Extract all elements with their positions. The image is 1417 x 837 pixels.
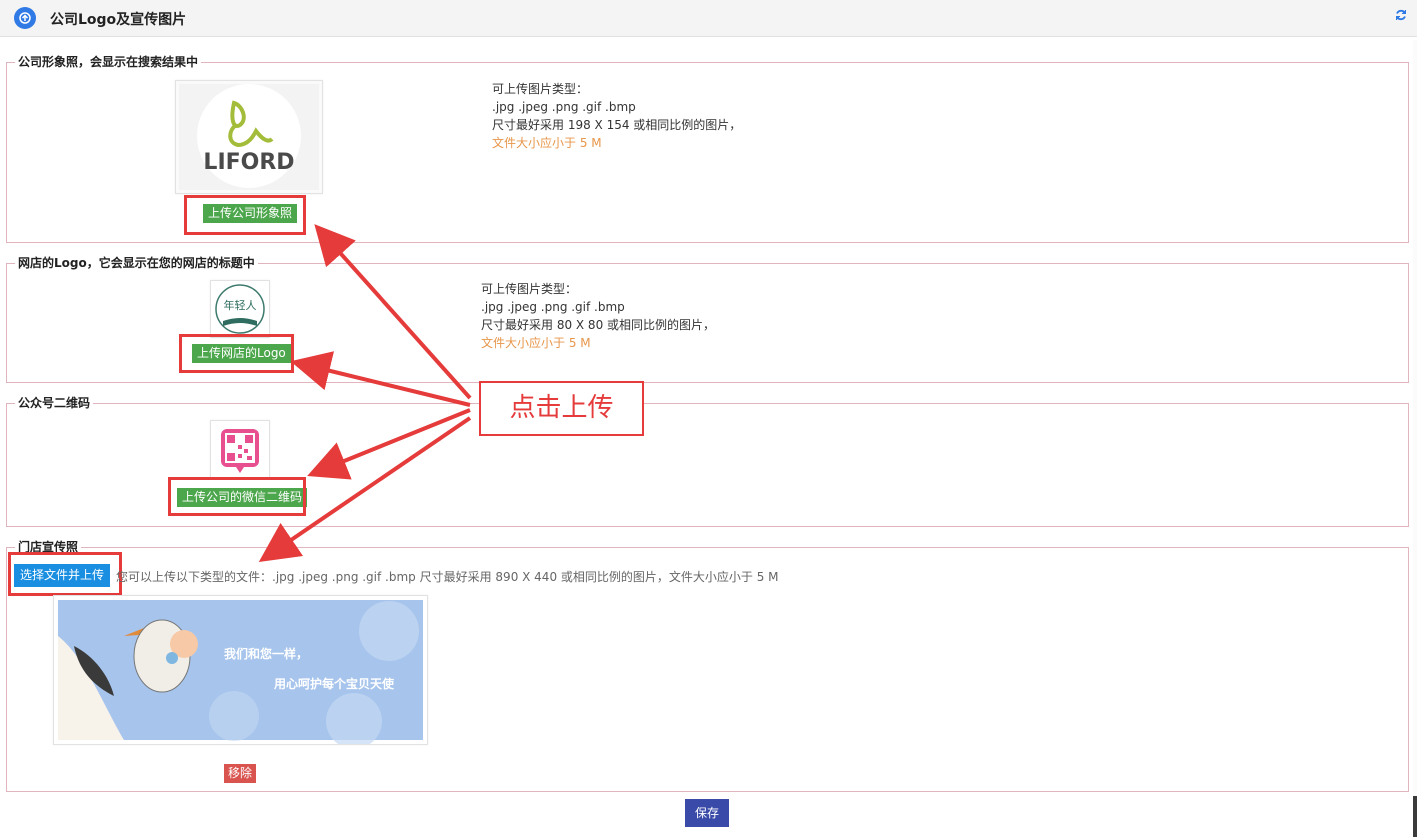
annotation-highlight-box: [168, 477, 306, 516]
shop-logo-thumbnail: 年轻人: [210, 280, 270, 338]
scrollbar-track[interactable]: [1413, 40, 1417, 837]
page-header: 公司Logo及宣传图片: [0, 0, 1417, 37]
company-image-thumbnail: LIFORD: [175, 80, 323, 194]
remove-button[interactable]: 移除: [224, 764, 257, 783]
upload-hint: 您可以上传以下类型的文件：.jpg .jpeg .png .gif .bmp 尺…: [116, 570, 779, 584]
annotation-highlight-box: [8, 552, 122, 596]
info-line: 可上传图片类型：: [492, 82, 589, 96]
info-size-limit: 文件大小应小于 5 M: [481, 336, 591, 350]
section-legend: 网店的Logo，它会显示在您的网店的标题中: [18, 256, 255, 270]
scrollbar-thumb[interactable]: [1413, 796, 1417, 837]
refresh-icon[interactable]: [1395, 9, 1407, 25]
info-size-limit: 文件大小应小于 5 M: [492, 136, 602, 150]
liford-logo-text: LIFORD: [203, 150, 294, 175]
qr-code-thumbnail: [210, 420, 270, 478]
info-line: 尺寸最好采用 198 X 154 或相同比例的图片，: [492, 118, 742, 132]
circle-arrow-up-icon[interactable]: [14, 7, 36, 29]
upload-info-1: 可上传图片类型： .jpg .jpeg .png .gif .bmp 尺寸最好采…: [492, 80, 741, 152]
page-title: 公司Logo及宣传图片: [50, 12, 187, 28]
annotation-callout: 点击上传: [479, 381, 644, 436]
annotation-highlight-box: [179, 334, 294, 373]
shop-logo-text: 年轻人: [224, 298, 257, 312]
section-legend: 公众号二维码: [18, 396, 91, 410]
banner-text-line1: 我们和您一样，: [224, 646, 308, 661]
upload-info-2: 可上传图片类型： .jpg .jpeg .png .gif .bmp 尺寸最好采…: [481, 280, 715, 352]
info-line: 可上传图片类型：: [481, 282, 578, 296]
save-button[interactable]: 保存: [685, 799, 729, 827]
info-line: .jpg .jpeg .png .gif .bmp: [481, 300, 625, 314]
annotation-highlight-box: [184, 195, 306, 235]
banner-text-line2: 用心呵护每个宝贝天使: [273, 676, 395, 691]
store-promo-banner: 我们和您一样， 用心呵护每个宝贝天使: [53, 595, 428, 749]
section-legend: 公司形象照，会显示在搜索结果中: [18, 55, 199, 69]
info-line: 尺寸最好采用 80 X 80 或相同比例的图片，: [481, 318, 716, 332]
info-line: .jpg .jpeg .png .gif .bmp: [492, 100, 636, 114]
